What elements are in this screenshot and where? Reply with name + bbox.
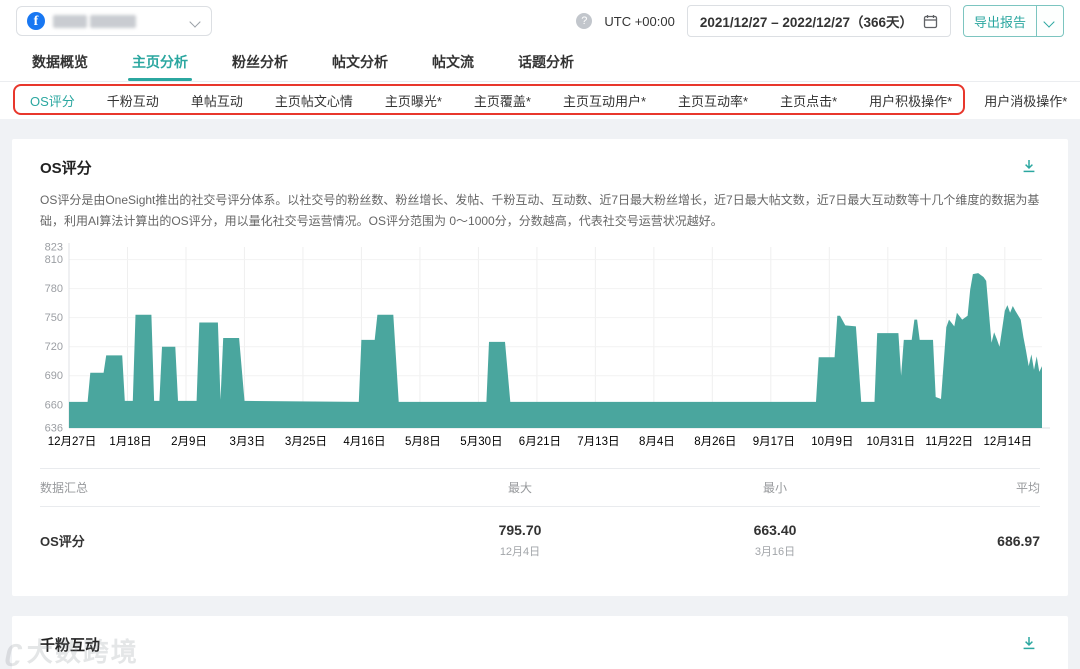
min-date: 3月16日 (754, 546, 796, 558)
svg-text:750: 750 (45, 312, 63, 324)
summary-table: 数据汇总 最大 最小 平均 OS评分 795.70 12月4日 663.40 3… (40, 468, 1040, 576)
subnav-engagement-per-1k[interactable]: 千粉互动 (107, 91, 159, 110)
svg-text:6月21日: 6月21日 (519, 436, 561, 448)
calendar-icon (923, 14, 938, 29)
col-header-max: 最大 (507, 481, 532, 495)
svg-text:780: 780 (45, 283, 63, 295)
engagement-per-1k-title: 千粉互动 (40, 637, 101, 654)
col-header-min: 最小 (762, 481, 787, 495)
subnav-per-post-engagement[interactable]: 单帖互动 (191, 91, 243, 110)
os-score-area-chart: 823 810 780 750 720 690 660 636 12月27日 1月18日 2月9日 3… (40, 242, 1050, 454)
col-header-avg: 平均 (1015, 481, 1040, 495)
max-value: 795.70 (498, 522, 542, 538)
svg-text:7月13日: 7月13日 (577, 436, 619, 448)
avg-value: 686.97 (997, 532, 1040, 549)
date-range-text: 2021/12/27 – 2022/12/27（366天） (699, 15, 913, 30)
engagement-per-1k-card: 千粉互动 千粉互动即指定日期平均每1000个粉丝产生的帖文互动数。指定日期千粉互… (12, 616, 1068, 669)
page-name-redacted (53, 14, 183, 28)
svg-text:5月8日: 5月8日 (405, 436, 441, 448)
svg-text:810: 810 (45, 254, 63, 266)
download-icon[interactable] (1018, 155, 1040, 182)
tab-topic-analysis[interactable]: 话题分析 (518, 42, 574, 81)
col-header-summary: 数据汇总 (40, 481, 89, 495)
svg-text:636: 636 (45, 423, 63, 435)
svg-text:10月9日: 10月9日 (811, 436, 853, 448)
top-bar: f ? UTC +00:00 2021/12/27 – 2022/12/27（3… (0, 0, 1080, 42)
os-score-title: OS评分 (40, 160, 92, 177)
subnav-page-impressions[interactable]: 主页曝光* (385, 91, 442, 110)
svg-text:9月17日: 9月17日 (753, 436, 795, 448)
svg-text:11月22日: 11月22日 (925, 436, 973, 448)
tab-page-analysis[interactable]: 主页分析 (128, 42, 192, 81)
main-tab-bar: 数据概览 主页分析 粉丝分析 帖文分析 帖文流 话题分析 (0, 42, 1080, 82)
svg-text:12月14日: 12月14日 (983, 436, 1032, 448)
subnav-negative-actions[interactable]: 用户消极操作* (984, 91, 1067, 110)
svg-text:5月30日: 5月30日 (460, 436, 502, 448)
svg-text:3月25日: 3月25日 (285, 436, 327, 448)
tab-post-analysis[interactable]: 帖文分析 (332, 42, 388, 81)
metric-subnav: OS评分 千粉互动 单帖互动 主页帖文心情 主页曝光* 主页覆盖* 主页互动用户… (0, 82, 1080, 119)
min-value: 663.40 (753, 522, 797, 538)
svg-text:660: 660 (45, 399, 63, 411)
help-icon[interactable]: ? (576, 13, 593, 29)
os-score-card: OS评分 OS评分是由OneSight推出的社交号评分体系。以社交号的粉丝数、粉… (12, 139, 1068, 596)
subnav-os-score[interactable]: OS评分 (30, 91, 75, 110)
svg-text:10月31日: 10月31日 (867, 436, 916, 448)
subnav-engagement-rate[interactable]: 主页互动率* (678, 91, 748, 110)
chevron-down-icon (191, 16, 201, 26)
svg-text:8月26日: 8月26日 (694, 436, 736, 448)
subnav-page-reach[interactable]: 主页覆盖* (474, 91, 531, 110)
tab-post-stream[interactable]: 帖文流 (432, 42, 474, 81)
max-date: 12月4日 (499, 546, 541, 558)
subnav-post-reactions[interactable]: 主页帖文心情 (275, 91, 353, 110)
svg-text:8月4日: 8月4日 (639, 436, 675, 448)
svg-text:690: 690 (45, 370, 63, 382)
export-options-button[interactable] (1036, 6, 1063, 36)
table-row: OS评分 795.70 12月4日 663.40 3月16日 686.97 (40, 507, 1040, 576)
export-report-button[interactable]: 导出报告 (964, 6, 1036, 36)
date-range-picker[interactable]: 2021/12/27 – 2022/12/27（366天） (686, 5, 951, 37)
svg-text:720: 720 (45, 341, 63, 353)
tab-data-overview[interactable]: 数据概览 (32, 42, 88, 81)
utc-label: UTC +00:00 (604, 13, 675, 29)
download-icon[interactable] (1018, 632, 1040, 659)
svg-text:4月16日: 4月16日 (343, 436, 385, 448)
export-report-split-button[interactable]: 导出报告 (962, 5, 1064, 37)
page-selector-dropdown[interactable]: f (16, 6, 212, 36)
svg-text:2月9日: 2月9日 (171, 436, 207, 448)
subnav-page-clicks[interactable]: 主页点击* (780, 91, 837, 110)
os-score-description: OS评分是由OneSight推出的社交号评分体系。以社交号的粉丝数、粉丝增长、发… (40, 193, 1040, 228)
subnav-engaged-users[interactable]: 主页互动用户* (563, 91, 646, 110)
facebook-icon: f (27, 12, 45, 30)
svg-text:12月27日: 12月27日 (48, 436, 97, 448)
svg-text:1月18日: 1月18日 (109, 436, 151, 448)
svg-text:3月3日: 3月3日 (230, 436, 266, 448)
svg-text:823: 823 (45, 242, 63, 254)
subnav-positive-actions[interactable]: 用户积极操作* (869, 91, 952, 110)
chevron-down-icon (1045, 16, 1055, 26)
summary-table-header: 数据汇总 最大 最小 平均 (40, 469, 1040, 507)
tab-fans-analysis[interactable]: 粉丝分析 (232, 42, 288, 81)
row-metric-name: OS评分 (40, 534, 85, 549)
